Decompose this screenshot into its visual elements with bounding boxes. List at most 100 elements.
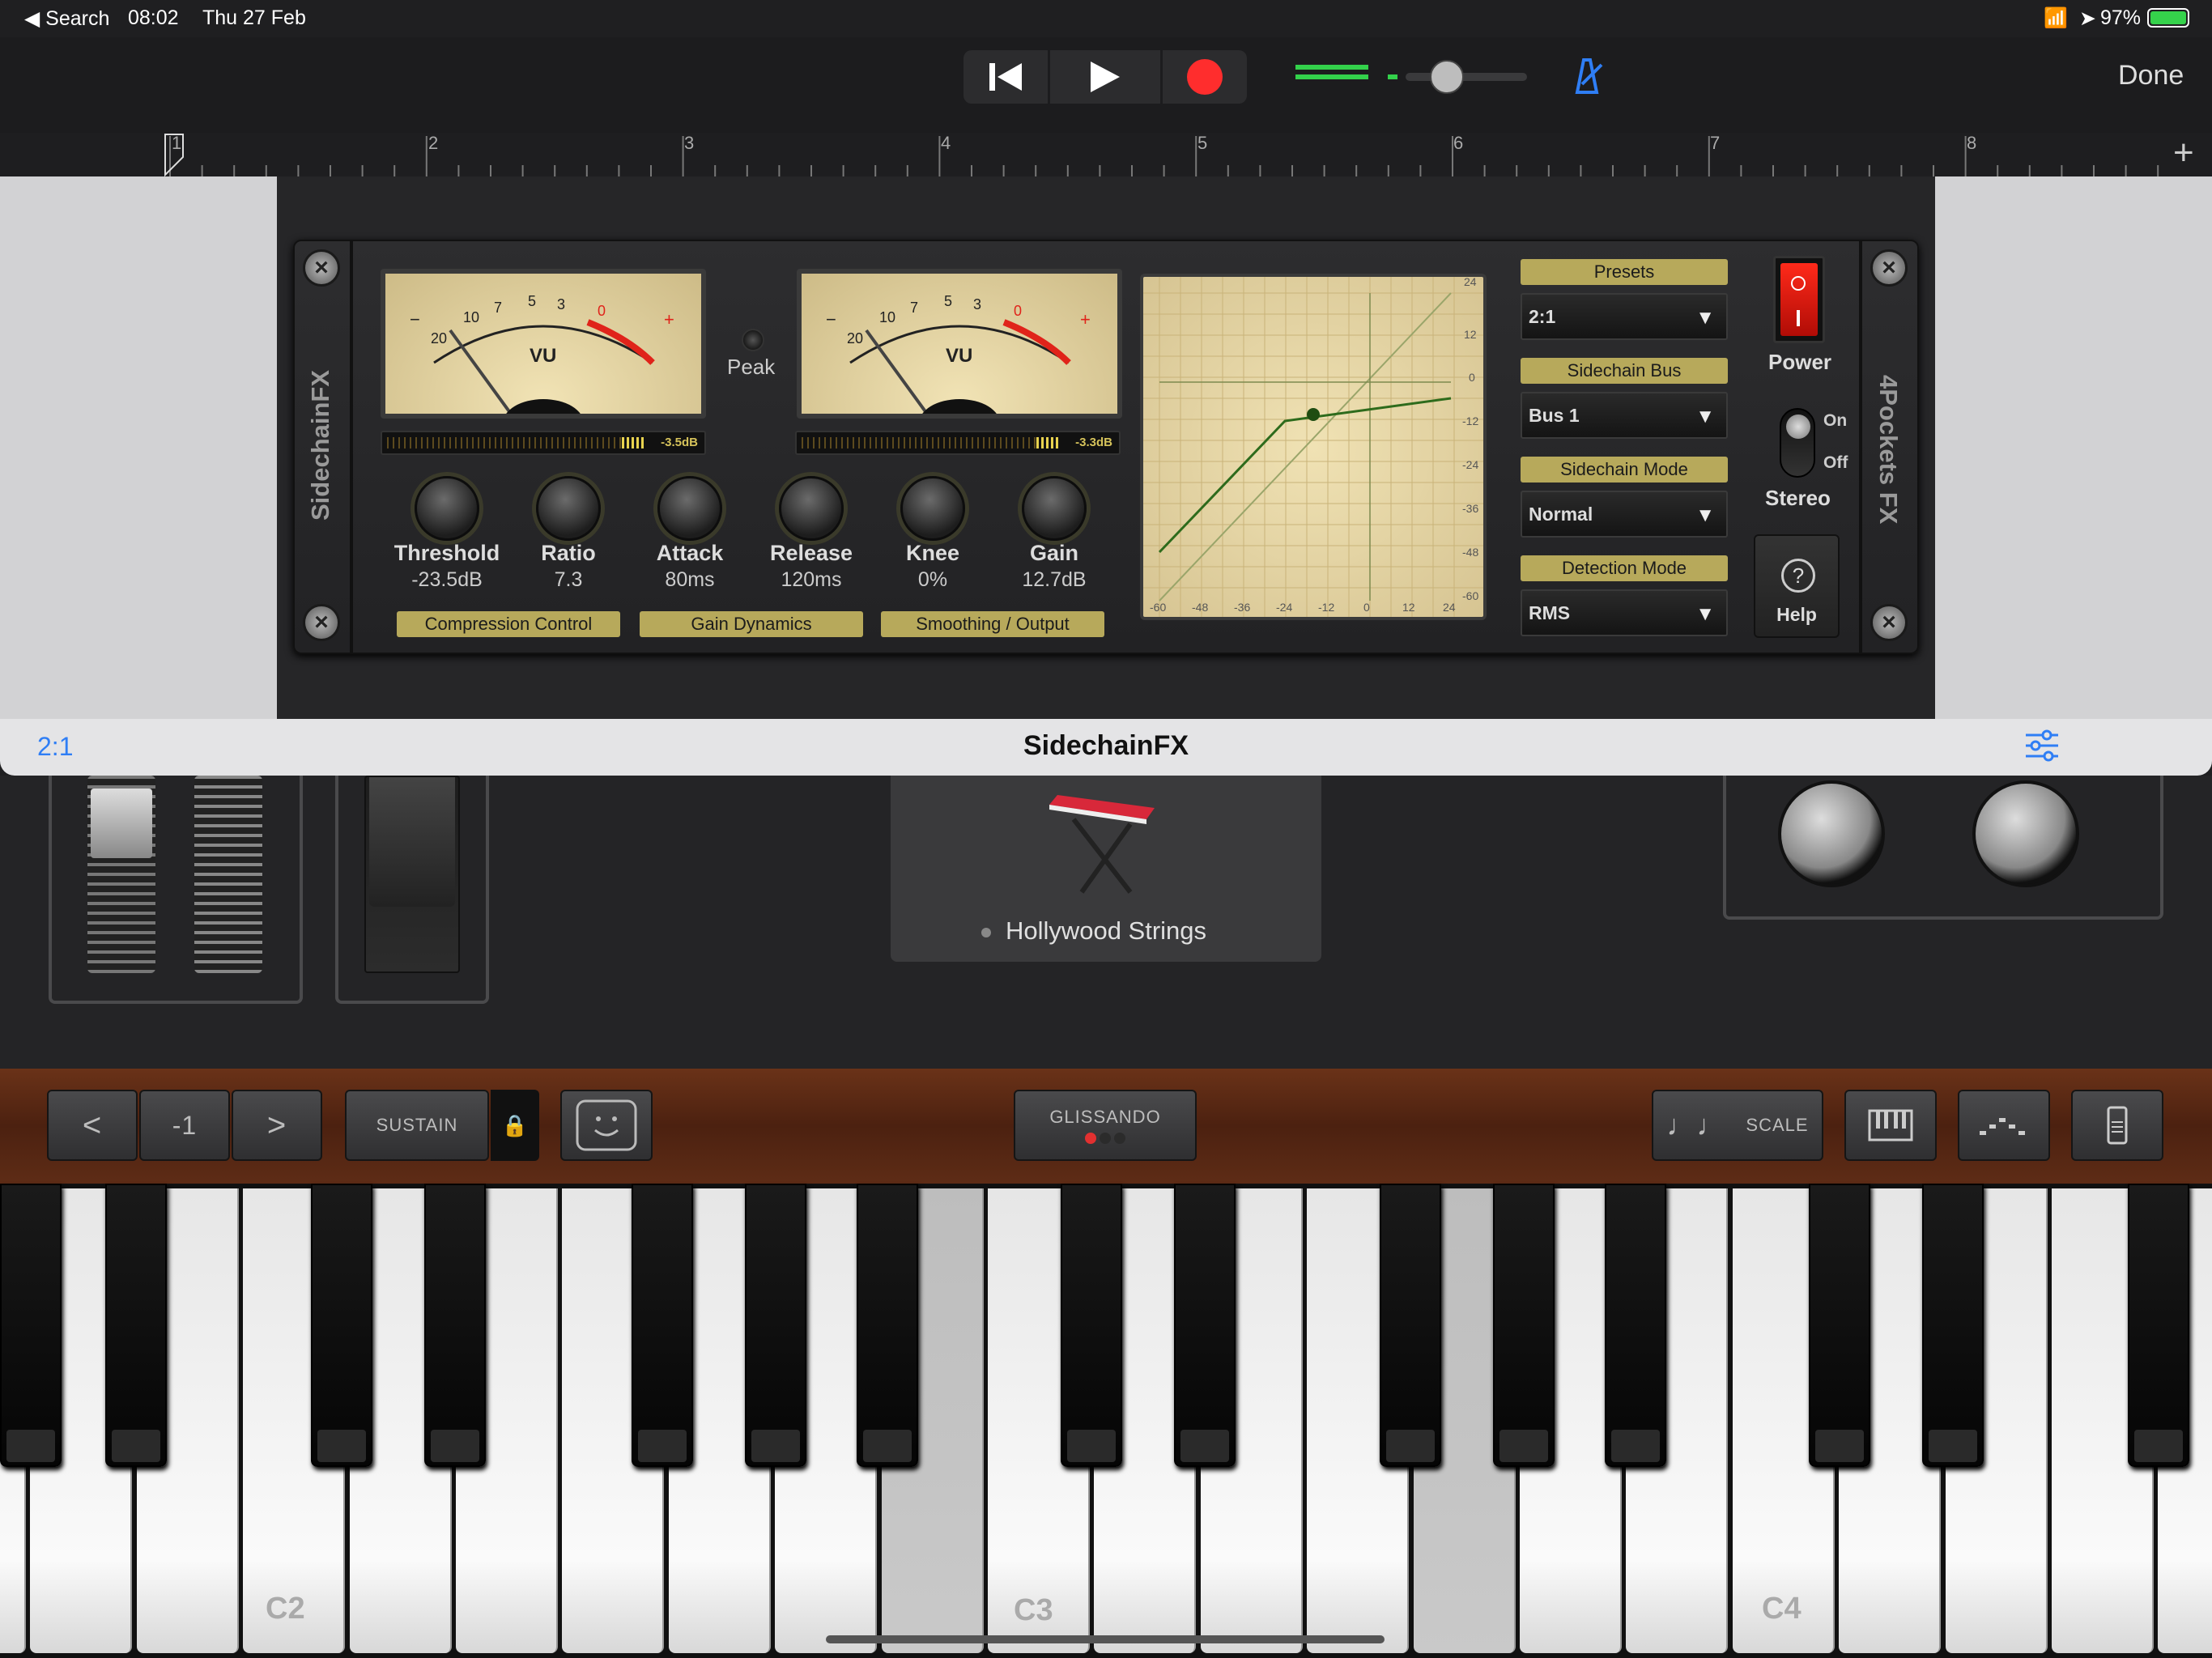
black-key[interactable] xyxy=(2128,1184,2189,1467)
help-button[interactable]: ? Help xyxy=(1754,534,1840,638)
done-button[interactable]: Done xyxy=(2118,60,2184,91)
graph-x-tick: 0 xyxy=(1363,601,1370,614)
home-indicator xyxy=(826,1635,1385,1643)
black-key[interactable] xyxy=(105,1184,167,1467)
instrument-knob-left[interactable] xyxy=(1778,780,1885,887)
arpeggiator-button[interactable] xyxy=(1958,1090,2050,1161)
black-key[interactable] xyxy=(1380,1184,1441,1467)
graph-y-tick: -24 xyxy=(1462,458,1479,471)
piano-keys-icon xyxy=(1868,1109,1913,1141)
graph-y-tick: -12 xyxy=(1462,414,1479,427)
sidechain-bus-dropdown[interactable]: Bus 1 ▼ xyxy=(1521,392,1728,439)
scale-button[interactable]: ♩♩ SCALE xyxy=(1652,1090,1823,1161)
keyboard-stand-icon xyxy=(1049,795,1155,894)
black-key[interactable] xyxy=(0,1184,62,1467)
octave-up-button[interactable]: > xyxy=(232,1090,322,1161)
dropdown-arrow-icon: ▼ xyxy=(1695,504,1715,526)
dropdown-arrow-icon: ▼ xyxy=(1695,406,1715,427)
gain-label: Gain xyxy=(1029,541,1078,565)
record-button[interactable] xyxy=(1163,50,1247,104)
graph-y-tick: -60 xyxy=(1462,589,1479,602)
black-key[interactable] xyxy=(424,1184,486,1467)
dropdown-arrow-icon: ▼ xyxy=(1695,307,1715,329)
black-key[interactable] xyxy=(857,1184,918,1467)
black-key[interactable] xyxy=(1605,1184,1666,1467)
stereo-on-label: On xyxy=(1823,411,1848,430)
section-gain-dynamics: Gain Dynamics xyxy=(640,611,863,637)
graph-y-tick: -36 xyxy=(1462,502,1479,515)
black-key[interactable] xyxy=(1922,1184,1984,1467)
help-label: Help xyxy=(1776,604,1817,625)
stereo-toggle[interactable] xyxy=(1780,408,1815,478)
black-key[interactable] xyxy=(632,1184,693,1467)
vu-meter-right: VU 20 10 7 5 3 0 + − xyxy=(797,269,1122,419)
volume-slider-thumb[interactable] xyxy=(1430,60,1464,94)
black-key[interactable] xyxy=(745,1184,806,1467)
status-date: Thu 27 Feb xyxy=(202,6,306,29)
pitch-wheel[interactable] xyxy=(87,776,155,973)
compression-curve xyxy=(1158,397,1452,554)
stereo-off-label: Off xyxy=(1823,453,1848,472)
key-size-button[interactable] xyxy=(2071,1090,2163,1161)
sidechain-mode-dropdown[interactable]: Normal ▼ xyxy=(1521,491,1728,538)
vu-scale-label: 5 xyxy=(944,293,953,309)
instrument-card[interactable]: Hollywood Strings xyxy=(891,776,1321,962)
power-off-icon xyxy=(1791,276,1806,291)
settings-sliders-button[interactable] xyxy=(2024,729,2060,767)
threshold-knob[interactable] xyxy=(415,476,479,541)
glissando-button[interactable]: GLISSANDO xyxy=(1014,1090,1197,1161)
peak-label: Peak xyxy=(727,355,776,379)
knee-value: 0% xyxy=(917,568,948,591)
black-key[interactable] xyxy=(1174,1184,1236,1467)
vu-scale-label: 10 xyxy=(879,309,896,325)
knee-knob[interactable] xyxy=(900,476,965,541)
black-key[interactable] xyxy=(1493,1184,1555,1467)
timeline-ruler[interactable] xyxy=(0,133,2212,176)
modulation-wheel[interactable] xyxy=(194,776,262,973)
sustain-lock-icon[interactable]: 🔒 xyxy=(491,1090,539,1161)
ratio-knob[interactable] xyxy=(536,476,601,541)
black-key[interactable] xyxy=(1809,1184,1870,1467)
ruler-ticks xyxy=(169,136,2159,176)
ruler-mark: 2 xyxy=(428,133,439,153)
location-icon: ➤ xyxy=(2079,7,2096,30)
power-label: Power xyxy=(1768,350,1832,374)
keyboard-layout-button[interactable] xyxy=(1844,1090,1937,1161)
vu-needle xyxy=(865,329,929,414)
volume-slider[interactable] xyxy=(1406,73,1527,81)
expression-slider[interactable] xyxy=(364,776,460,973)
section-compression-control: Compression Control xyxy=(397,611,620,637)
rewind-button[interactable] xyxy=(963,50,1048,104)
presets-dropdown[interactable]: 2:1 ▼ xyxy=(1521,293,1728,340)
instrument-knob-right[interactable] xyxy=(1972,780,2079,887)
detection-mode-dropdown[interactable]: RMS ▼ xyxy=(1521,589,1728,636)
black-key[interactable] xyxy=(311,1184,372,1467)
preset-name-link[interactable]: 2:1 xyxy=(37,732,73,762)
black-key[interactable] xyxy=(1061,1184,1122,1467)
sustain-button[interactable]: SUSTAIN xyxy=(345,1090,489,1161)
smiley-icon xyxy=(576,1099,637,1151)
threshold-point[interactable] xyxy=(1307,408,1320,421)
back-to-search-link[interactable]: ◀ Search xyxy=(24,6,109,31)
panel-divider xyxy=(350,241,353,653)
power-switch[interactable] xyxy=(1773,256,1825,343)
chevron-right-icon: > xyxy=(266,1107,287,1143)
compression-curve-graph xyxy=(1140,274,1487,620)
add-section-button[interactable]: + xyxy=(2173,133,2194,173)
vu-label: VU xyxy=(530,345,557,367)
vu-scale-label: 20 xyxy=(431,330,448,346)
vu-label: VU xyxy=(946,345,973,367)
vu-scale-label: 7 xyxy=(494,300,503,316)
release-knob[interactable] xyxy=(779,476,844,541)
peak-led xyxy=(742,329,764,351)
play-button[interactable] xyxy=(1050,50,1160,104)
sidechain-mode-label: Sidechain Mode xyxy=(1521,457,1728,483)
metronome-button[interactable] xyxy=(1568,57,1606,100)
octave-down-button[interactable]: < xyxy=(47,1090,138,1161)
chord-strips-button[interactable] xyxy=(560,1090,653,1161)
level-meter xyxy=(1295,65,1368,81)
vu-scale-label: − xyxy=(826,309,836,329)
gain-knob[interactable] xyxy=(1022,476,1087,541)
sustain-label: SUSTAIN xyxy=(376,1115,458,1135)
attack-knob[interactable] xyxy=(657,476,722,541)
